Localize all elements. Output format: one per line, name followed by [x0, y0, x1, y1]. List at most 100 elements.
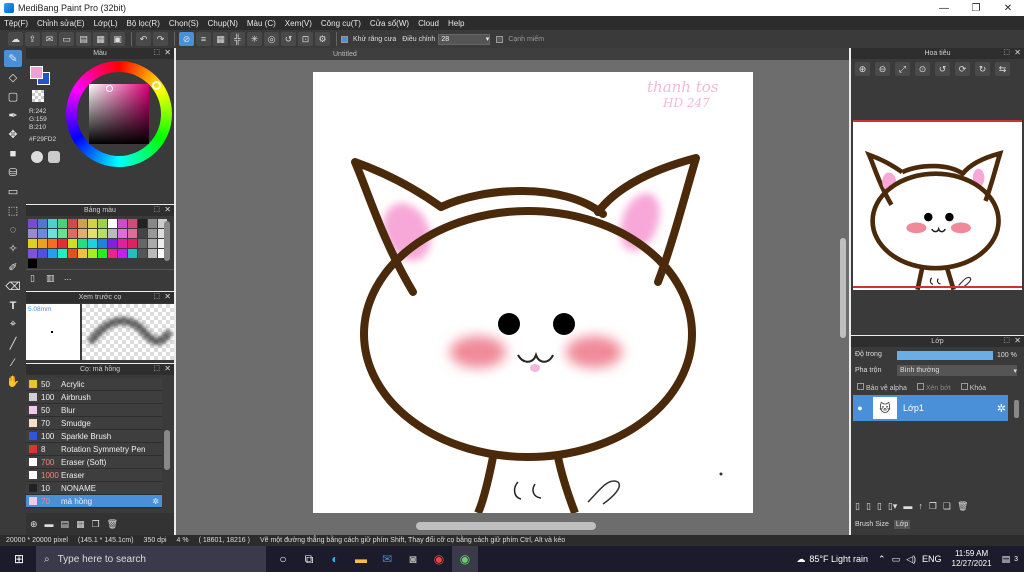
paste-brush-icon[interactable]: ▦ [76, 519, 85, 530]
color-swatch[interactable] [68, 219, 77, 228]
layout-icon[interactable]: ▦ [93, 32, 108, 46]
color-swatch[interactable] [88, 219, 97, 228]
layer-settings-icon[interactable]: ✲ [997, 402, 1006, 415]
color-swatch[interactable] [98, 249, 107, 258]
color-swatch[interactable] [78, 239, 87, 248]
perspective-icon[interactable]: ⊡ [298, 32, 313, 46]
duplicate-icon[interactable]: ❐ [92, 519, 100, 530]
color-swatch[interactable] [38, 219, 47, 228]
maximize-icon[interactable]: ⬚ [1003, 336, 1010, 344]
select-rect-icon[interactable]: ⬚ [4, 202, 22, 219]
close-icon[interactable]: ✕ [164, 292, 171, 301]
color-swatch[interactable] [28, 239, 37, 248]
color-swatch[interactable] [88, 229, 97, 238]
task-view-icon[interactable]: ⧉ [296, 546, 322, 572]
tab-layer[interactable]: Lớp [893, 520, 911, 529]
color-swatch[interactable] [98, 239, 107, 248]
mail-icon[interactable]: ✉ [374, 546, 400, 572]
select-pen-icon[interactable]: ✐ [4, 259, 22, 276]
protect-alpha-checkbox[interactable] [857, 383, 864, 390]
radial-snap-icon[interactable]: ✳ [247, 32, 262, 46]
duplicate-layer-icon[interactable]: ❐ [929, 501, 937, 512]
snap-off-icon[interactable]: ⊘ [179, 32, 194, 46]
color-swatch[interactable] [58, 249, 67, 258]
close-icon[interactable]: ✕ [1014, 48, 1021, 57]
color-wheel-icon[interactable] [31, 151, 43, 163]
notification-icon[interactable]: ▤ [1002, 554, 1011, 565]
brush-list-item[interactable]: 100 Sparkle Brush [26, 430, 162, 443]
color-swatch[interactable] [38, 229, 47, 238]
color-slider-icon[interactable] [48, 151, 60, 163]
hand-tool-icon[interactable]: ✋ [4, 373, 22, 390]
eye-icon[interactable]: ● [853, 403, 867, 413]
foreground-color[interactable] [30, 66, 43, 79]
menu-file[interactable]: Tệp(F) [4, 19, 28, 28]
color-swatch[interactable] [148, 219, 157, 228]
maximize-icon[interactable]: ⬚ [153, 205, 160, 213]
share-icon[interactable]: ▤ [76, 32, 91, 46]
delete-layer-icon[interactable]: 🗑 [957, 501, 968, 512]
layer-scrollbar[interactable] [1014, 400, 1019, 418]
settings-icon[interactable]: ⚙ [315, 32, 330, 46]
copy-brush-icon[interactable]: ▤ [61, 519, 70, 530]
brush-list-item[interactable]: 100 Airbrush [26, 391, 162, 404]
color-swatch[interactable] [78, 229, 87, 238]
dot-tool-icon[interactable]: ▢ [4, 88, 22, 105]
maximize-icon[interactable]: ⬚ [153, 48, 160, 56]
brush-tool-icon[interactable]: ✎ [4, 50, 22, 67]
color-swatch[interactable] [78, 249, 87, 258]
tray-chevron-icon[interactable]: ⌃ [878, 554, 886, 565]
delete-swatch-icon[interactable]: ▥ [46, 273, 55, 284]
move-up-icon[interactable]: ↑ [918, 501, 923, 512]
grid-snap-icon[interactable]: ▦ [213, 32, 228, 46]
maximize-button[interactable]: ❐ [960, 0, 992, 16]
brush-list-item[interactable]: 10 NONAME [26, 482, 162, 495]
zoom-reset-icon[interactable]: ⊙ [915, 62, 930, 76]
curve-snap-icon[interactable]: ↺ [281, 32, 296, 46]
menu-tools[interactable]: Công cụ(T) [321, 19, 361, 28]
close-icon[interactable]: ✕ [164, 48, 171, 57]
cloud-icon[interactable]: ☁ [8, 32, 23, 46]
menu-window[interactable]: Cửa sổ(W) [370, 19, 409, 28]
add-brush-icon[interactable]: ⊕ [30, 519, 38, 530]
lasso-icon[interactable]: ◌ [4, 221, 22, 238]
brush-list-item[interactable]: 70 Smudge [26, 417, 162, 430]
edge-icon[interactable]: ◐ [322, 546, 348, 572]
close-icon[interactable]: ✕ [164, 364, 171, 373]
cortana-icon[interactable]: ○ [270, 546, 296, 572]
menu-layer[interactable]: Lớp(L) [94, 19, 118, 28]
delete-brush-icon[interactable]: 🗑 [107, 519, 118, 530]
color-swatch[interactable] [68, 229, 77, 238]
menu-view[interactable]: Xem(V) [285, 19, 312, 28]
brush-list-item[interactable]: 70 má hồng ✲ [26, 495, 162, 508]
vertical-scrollbar[interactable] [840, 238, 846, 338]
document-tab[interactable]: Untitled [176, 48, 849, 60]
merge-layer-icon[interactable]: ❏ [943, 501, 951, 512]
clock-time[interactable]: 11:59 AM [952, 549, 992, 559]
zoom-in-icon[interactable]: ⊕ [855, 62, 870, 76]
transparent-color[interactable] [32, 90, 44, 102]
circle-snap-icon[interactable]: ◎ [264, 32, 279, 46]
color-swatch[interactable] [48, 249, 57, 258]
color-swatch[interactable] [58, 239, 67, 248]
canvas-area[interactable]: Untitled thanh tos HD 247 [176, 48, 849, 535]
color-swatch[interactable] [118, 219, 127, 228]
volume-icon[interactable]: ◁) [906, 554, 916, 565]
menu-select[interactable]: Chọn(S) [169, 19, 199, 28]
brush-settings-icon[interactable]: ✲ [152, 497, 159, 506]
color-swatch[interactable] [88, 249, 97, 258]
lock-checkbox[interactable] [960, 383, 968, 390]
horizontal-scrollbar[interactable] [416, 522, 596, 530]
color-swatch[interactable] [118, 239, 127, 248]
layer-folder-icon[interactable]: ▬ [903, 501, 912, 512]
color-swatch[interactable] [48, 229, 57, 238]
color-swatch[interactable] [148, 249, 157, 258]
menu-edit[interactable]: Chỉnh sửa(E) [37, 19, 85, 28]
parallel-snap-icon[interactable]: ≡ [196, 32, 211, 46]
move-tool-icon[interactable]: ✥ [4, 126, 22, 143]
color-swatch[interactable] [118, 249, 127, 258]
color-swatch[interactable] [128, 249, 137, 258]
folder-icon[interactable]: ▬ [45, 519, 54, 529]
eyedropper-icon[interactable]: ⁄ [4, 354, 22, 371]
menu-help[interactable]: Help [448, 19, 464, 28]
